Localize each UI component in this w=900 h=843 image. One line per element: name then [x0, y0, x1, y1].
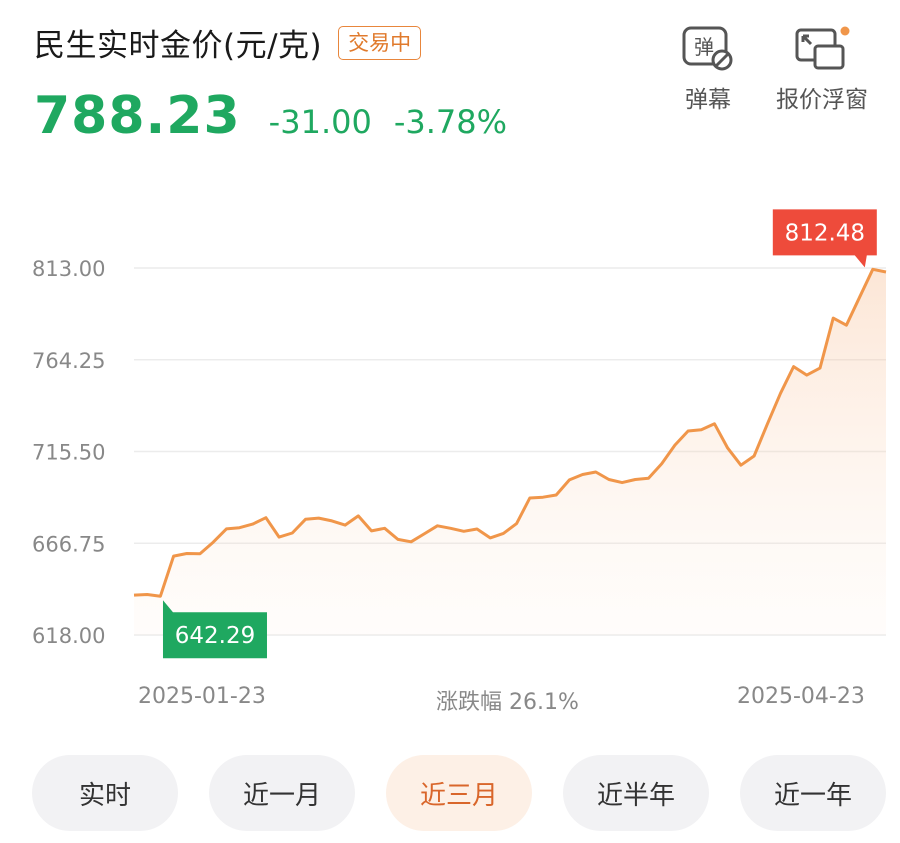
header: 民生实时金价(元/克) 交易中	[34, 20, 422, 65]
float-quote-button[interactable]: 报价浮窗	[776, 26, 868, 114]
page-title: 民生实时金价(元/克)	[34, 28, 323, 64]
danmu-label: 弹幕	[685, 87, 731, 113]
x-axis-start-label: 2025-01-23	[138, 684, 266, 709]
price-chart-svg: 813.00 764.25 715.50 666.75 618.00 812.48 642…	[32, 209, 887, 659]
y-tick-label: 764.25	[32, 349, 105, 373]
price-chart: 813.00 764.25 715.50 666.75 618.00 812.48 642…	[0, 190, 900, 720]
high-price-label: 812.48	[785, 220, 865, 246]
tab-label: 近一年	[773, 780, 852, 811]
price-change: -31.00	[268, 103, 372, 141]
low-price-label: 642.29	[175, 623, 255, 649]
notification-dot	[840, 26, 850, 36]
tab-one-year[interactable]: 近一年	[740, 755, 886, 831]
y-tick-label: 813.00	[32, 257, 105, 281]
danmu-button[interactable]: 弹 弹幕	[682, 26, 734, 114]
tab-label: 近三月	[419, 780, 498, 811]
price-change-percent: -3.78%	[393, 103, 508, 141]
current-price: 788.23	[34, 86, 241, 146]
range-change-label: 涨跌幅 26.1%	[436, 690, 579, 715]
status-badge: 交易中	[338, 25, 422, 60]
tab-label: 近一月	[242, 780, 321, 811]
tab-one-month[interactable]: 近一月	[209, 755, 355, 831]
tab-half-year[interactable]: 近半年	[563, 755, 709, 831]
y-tick-label: 715.50	[32, 441, 105, 465]
price-row: 788.23 -31.00 -3.78%	[34, 86, 507, 146]
danmu-icon-glyph: 弹	[694, 35, 714, 59]
tab-realtime[interactable]: 实时	[32, 755, 178, 831]
period-tabs: 实时 近一月 近三月 近半年 近一年	[0, 755, 900, 831]
y-tick-label: 666.75	[32, 532, 105, 556]
tab-label: 近半年	[596, 780, 675, 811]
x-axis-end-label: 2025-04-23	[737, 684, 865, 709]
high-price-marker: 812.48	[772, 209, 877, 268]
danmu-icon: 弹	[682, 26, 733, 71]
float-quote-label: 报价浮窗	[776, 87, 868, 113]
tab-three-months[interactable]: 近三月	[386, 755, 532, 831]
tab-label: 实时	[78, 780, 131, 811]
float-window-icon	[795, 26, 850, 70]
y-tick-label: 618.00	[32, 624, 105, 648]
